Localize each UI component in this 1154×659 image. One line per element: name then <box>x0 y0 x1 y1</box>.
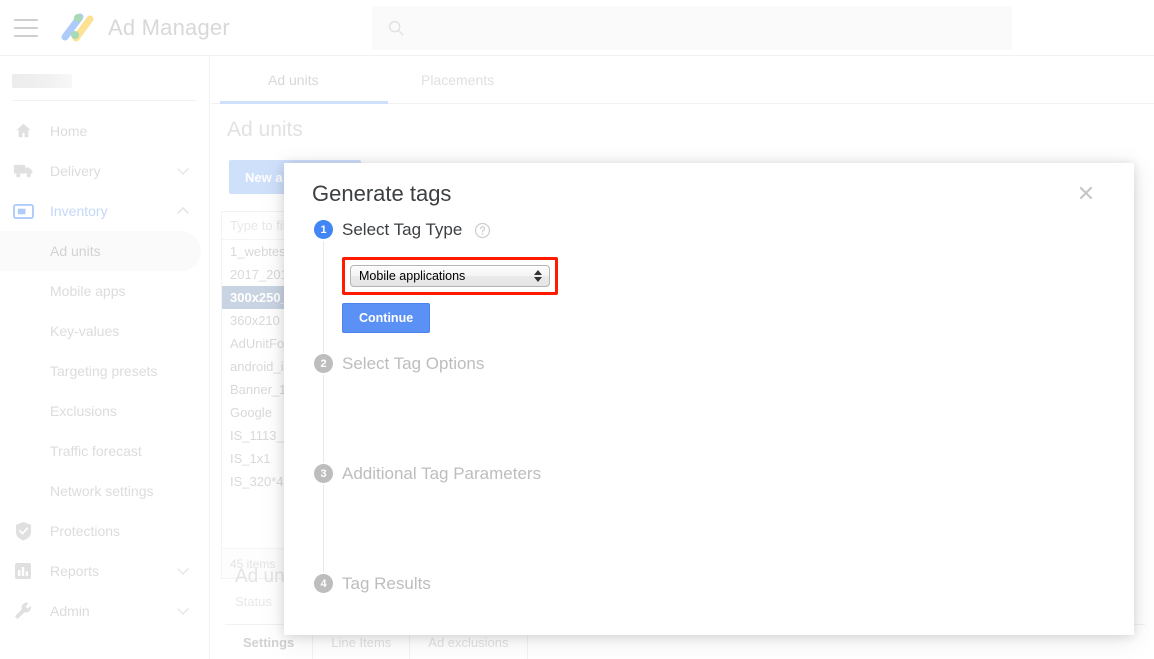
detail-title: Ad un <box>235 566 285 587</box>
sidebar: Home Delivery Inventory Ad units Mobile … <box>0 56 210 659</box>
sidebar-item-protections[interactable]: Protections <box>0 511 209 551</box>
sidebar-item-admin[interactable]: Admin <box>0 591 209 631</box>
sidebar-item-inventory[interactable]: Inventory <box>0 191 209 231</box>
generate-tags-dialog: ✕ Generate tags 1 Select Tag Type Mobile… <box>284 163 1134 635</box>
dialog-title: Generate tags <box>312 181 452 206</box>
step-select-tag-type: 1 Select Tag Type Mobile applications Co… <box>312 217 1092 353</box>
sidebar-item-key-values[interactable]: Key-values <box>0 311 209 351</box>
close-icon[interactable]: ✕ <box>1074 183 1098 207</box>
help-circle-icon[interactable] <box>474 222 491 239</box>
chevron-down-icon[interactable] <box>175 563 191 579</box>
brand-title: Ad Manager <box>108 14 230 40</box>
sidebar-sub-label: Key-values <box>50 323 120 339</box>
sidebar-item-label: Admin <box>50 603 90 619</box>
page-title: Ad units <box>227 118 303 141</box>
sidebar-item-network-settings[interactable]: Network settings <box>0 471 209 511</box>
sidebar-sub-label: Traffic forecast <box>50 443 142 459</box>
chevron-up-icon[interactable] <box>175 203 191 219</box>
content-tabbar: Ad units Placements <box>211 56 1154 104</box>
tab-ad-units[interactable]: Ad units <box>268 72 319 88</box>
active-tab-indicator <box>220 101 388 104</box>
sidebar-item-traffic-forecast[interactable]: Traffic forecast <box>0 431 209 471</box>
tab-placements[interactable]: Placements <box>421 72 494 88</box>
sidebar-sub-label: Mobile apps <box>50 283 126 299</box>
bar-chart-icon <box>10 560 36 582</box>
truck-icon <box>10 160 36 182</box>
step-connector <box>323 375 324 463</box>
sidebar-item-targeting-presets[interactable]: Targeting presets <box>0 351 209 391</box>
step-label: Select Tag Type <box>342 220 463 239</box>
sidebar-item-home[interactable]: Home <box>0 111 209 151</box>
step-number-badge: 3 <box>314 464 333 483</box>
sidebar-item-label: Protections <box>50 523 121 539</box>
sidebar-sub-label: Network settings <box>50 483 154 499</box>
sidebar-sub-label: Exclusions <box>50 403 117 419</box>
sidebar-item-label: Delivery <box>50 163 101 179</box>
sidebar-sub-label: Ad units <box>50 243 101 259</box>
step-number-badge: 4 <box>314 574 333 593</box>
detail-status: Status <box>235 594 272 609</box>
step-additional-tag-parameters: 3 Additional Tag Parameters <box>312 461 1092 573</box>
continue-button[interactable]: Continue <box>342 303 431 333</box>
sidebar-item-delivery[interactable]: Delivery <box>0 151 209 191</box>
tag-wizard-steps: 1 Select Tag Type Mobile applications Co… <box>312 217 1092 597</box>
search-icon <box>388 20 404 36</box>
hamburger-menu-icon[interactable] <box>14 18 38 37</box>
step-select-tag-options: 2 Select Tag Options <box>312 351 1092 463</box>
step-tag-results: 4 Tag Results <box>312 571 1092 597</box>
chevron-down-icon[interactable] <box>175 603 191 619</box>
tag-type-highlight-box: Mobile applications <box>342 257 558 295</box>
shield-check-icon <box>10 520 36 542</box>
sidebar-sub-label: Targeting presets <box>50 363 158 379</box>
sidebar-item-mobile-apps[interactable]: Mobile apps <box>0 271 209 311</box>
inventory-icon <box>10 200 36 222</box>
sidebar-divider <box>12 100 197 101</box>
search-input[interactable] <box>417 20 977 36</box>
account-name-placeholder <box>12 74 72 88</box>
step-number-badge: 2 <box>314 354 333 373</box>
step-connector <box>323 485 324 573</box>
sidebar-item-ad-units[interactable]: Ad units <box>0 231 201 271</box>
tag-type-select[interactable]: Mobile applications <box>350 265 550 287</box>
tag-type-select-wrapper[interactable]: Mobile applications <box>350 265 550 287</box>
step-label: Additional Tag Parameters <box>342 464 542 483</box>
step-number-badge: 1 <box>314 220 333 239</box>
sidebar-item-reports[interactable]: Reports <box>0 551 209 591</box>
wrench-icon <box>10 600 36 622</box>
step-connector <box>323 241 324 353</box>
home-icon <box>10 120 36 142</box>
step-label: Tag Results <box>342 574 431 593</box>
ad-manager-logo-icon <box>56 11 96 45</box>
app-root: Ad Manager Home Delivery Inventory Ad un… <box>0 0 1154 659</box>
sidebar-item-label: Reports <box>50 563 100 579</box>
global-search[interactable] <box>372 6 1012 50</box>
sidebar-item-label: Home <box>50 123 88 139</box>
chevron-down-icon[interactable] <box>175 163 191 179</box>
step-label: Select Tag Options <box>342 354 485 373</box>
sidebar-item-label: Inventory <box>50 203 108 219</box>
sidebar-item-exclusions[interactable]: Exclusions <box>0 391 209 431</box>
top-bar: Ad Manager <box>0 0 1154 56</box>
